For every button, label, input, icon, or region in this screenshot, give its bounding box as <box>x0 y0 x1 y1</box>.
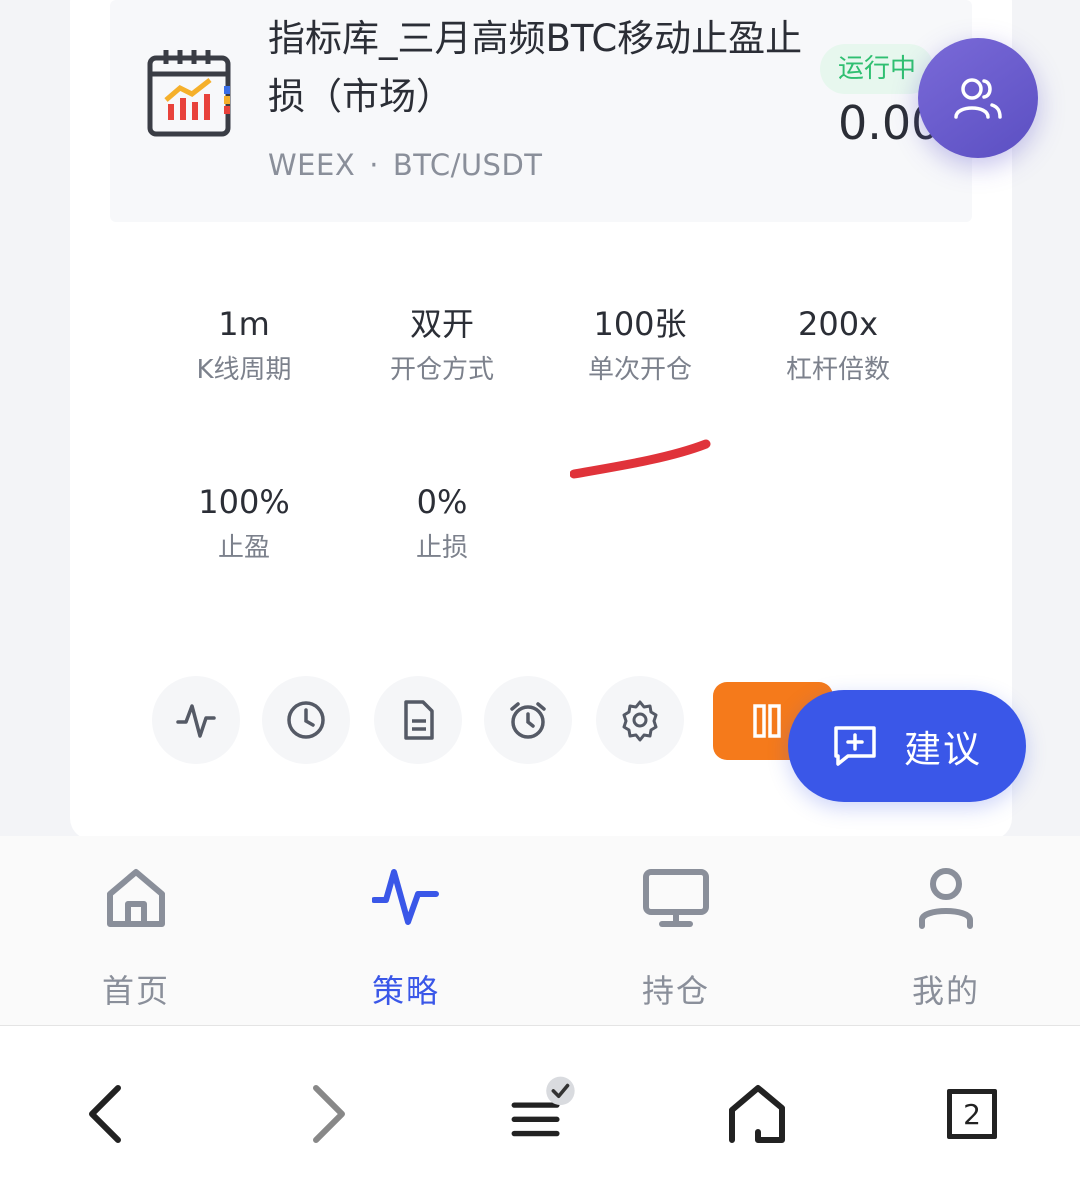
stat-stop-loss: 0% 止损 <box>342 480 542 568</box>
tab-positions[interactable]: 持仓 <box>576 836 776 1026</box>
user-icon <box>919 868 973 929</box>
document-icon <box>404 700 434 740</box>
browser-menu-button[interactable] <box>500 1074 580 1154</box>
tab-label: 我的 <box>911 972 980 1010</box>
stat-take-profit: 100% 止盈 <box>144 480 344 568</box>
browser-toolbar: 2 <box>0 1026 1080 1204</box>
red-underline-annotation <box>570 439 711 479</box>
bottom-tab-bar: 首页 策略 持仓 我的 <box>0 836 1080 1026</box>
settings-button[interactable] <box>596 676 684 764</box>
stat-value: 200x <box>797 305 878 343</box>
feedback-plus-icon <box>834 726 876 766</box>
trading-pair: BTC/USDT <box>392 148 543 182</box>
stat-label: 止损 <box>415 533 468 563</box>
exchange-name: WEEX <box>268 148 356 182</box>
browser-back-button[interactable] <box>66 1074 146 1154</box>
home-icon <box>107 869 165 927</box>
stat-label: K线周期 <box>196 355 292 385</box>
stat-label: 单次开仓 <box>587 355 692 385</box>
stat-label: 止盈 <box>217 533 270 563</box>
calendar-chart-icon <box>147 50 231 137</box>
tab-home[interactable]: 首页 <box>36 836 236 1026</box>
pulse-icon <box>176 704 216 738</box>
chevron-right-icon <box>313 1085 345 1143</box>
meta-separator: · <box>369 148 379 182</box>
stat-label: 杠杆倍数 <box>785 355 890 385</box>
browser-forward-button[interactable] <box>288 1074 368 1154</box>
stat-value: 双开 <box>409 305 474 343</box>
browser-tabs-button[interactable]: 2 <box>932 1074 1012 1154</box>
tab-label: 策略 <box>371 972 440 1010</box>
house-icon <box>729 1085 785 1143</box>
timer-button[interactable] <box>484 676 572 764</box>
stat-open-mode: 双开 开仓方式 <box>342 302 542 390</box>
strategy-header[interactable]: 指标库_三月高频BTC移动止盈止损（市场） WEEX · BTC/USDT 运行中 … <box>110 0 972 222</box>
stat-leverage: 200x 杠杆倍数 <box>738 302 938 390</box>
stat-single-open: 100张 单次开仓 <box>540 302 740 390</box>
stat-value: 100张 <box>593 305 687 343</box>
tab-label: 持仓 <box>641 972 710 1010</box>
strategy-title: 指标库_三月高频BTC移动止盈止损（市场） <box>268 17 803 118</box>
status-badge: 运行中 <box>820 44 935 94</box>
log-button[interactable] <box>374 676 462 764</box>
history-button[interactable] <box>262 676 350 764</box>
tab-count-box: 2 <box>947 1089 997 1139</box>
stat-value: 0% <box>416 483 468 521</box>
pause-icon <box>753 704 781 738</box>
community-fab[interactable] <box>918 38 1038 158</box>
users-icon <box>954 78 1002 119</box>
monitor-pulse-button[interactable] <box>152 676 240 764</box>
tab-profile[interactable]: 我的 <box>846 836 1046 1026</box>
suggest-label: 建议 <box>904 728 982 771</box>
menu-icon <box>511 1076 575 1137</box>
stat-value: 1m <box>218 305 270 343</box>
gear-icon <box>622 700 658 742</box>
chevron-left-icon <box>89 1085 121 1143</box>
alarm-icon <box>510 702 546 739</box>
stat-label: 开仓方式 <box>389 355 494 385</box>
stat-value: 100% <box>198 483 290 521</box>
pulse-icon <box>372 869 439 925</box>
browser-home-button[interactable] <box>716 1074 796 1154</box>
tab-strategy[interactable]: 策略 <box>306 836 506 1026</box>
stat-kline-period: 1m K线周期 <box>144 302 344 390</box>
clock-icon <box>287 701 325 739</box>
strategy-meta: WEEX · BTC/USDT <box>268 148 543 182</box>
tab-label: 首页 <box>101 972 170 1010</box>
tab-count: 2 <box>963 1097 981 1131</box>
suggest-button[interactable]: 建议 <box>788 690 1026 802</box>
monitor-icon <box>643 869 709 927</box>
